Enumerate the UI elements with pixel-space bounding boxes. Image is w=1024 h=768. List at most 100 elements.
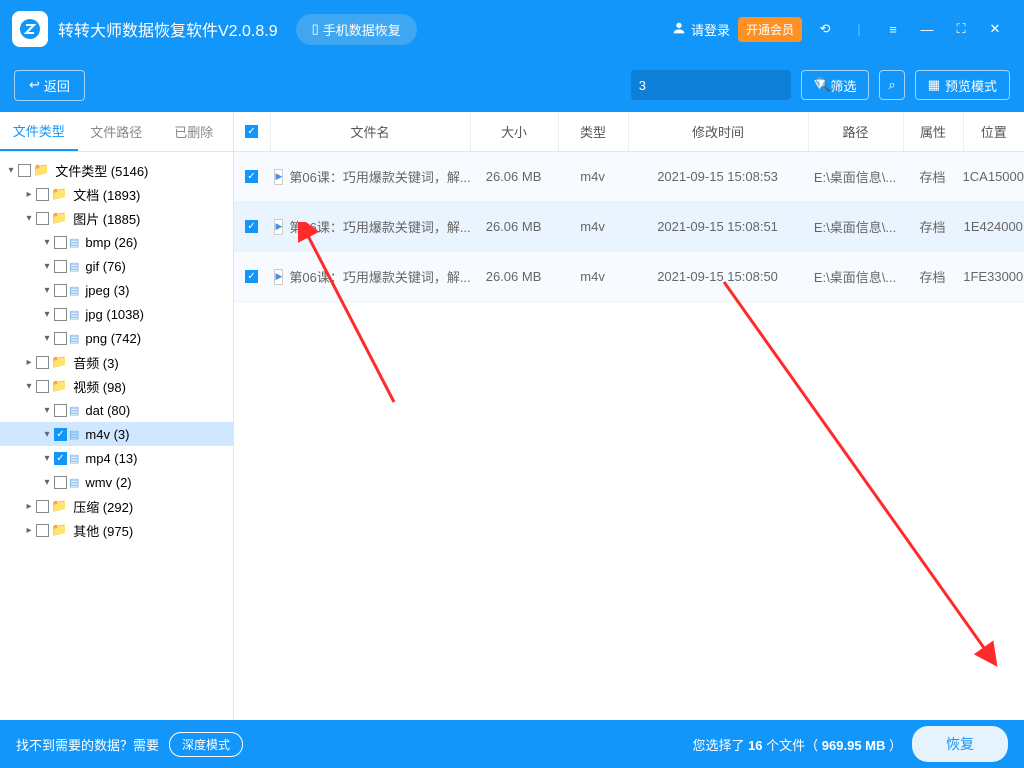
- checkbox-icon[interactable]: [54, 332, 67, 345]
- login-button[interactable]: 请登录: [671, 20, 730, 39]
- checkbox-icon[interactable]: [36, 524, 49, 537]
- find-icon-button[interactable]: ⌕: [879, 70, 904, 100]
- tree-label: jpg (1038): [85, 307, 144, 322]
- table-row[interactable]: ✓▶第06课：巧用爆款关键词，解...26.06 MBm4v2021-09-15…: [234, 202, 1024, 252]
- caret-icon[interactable]: ▾: [24, 213, 34, 224]
- caret-icon[interactable]: ▾: [42, 237, 52, 248]
- col-loc[interactable]: 位置: [963, 112, 1024, 151]
- checkbox-icon[interactable]: [18, 164, 31, 177]
- search-box[interactable]: 🔍: [631, 70, 791, 100]
- tree-node[interactable]: ▸📁其他 (975): [0, 518, 233, 542]
- caret-icon[interactable]: ▸: [24, 501, 34, 512]
- checkbox-icon[interactable]: [54, 260, 67, 273]
- caret-icon[interactable]: ▾: [24, 381, 34, 392]
- checkbox-icon[interactable]: [36, 188, 49, 201]
- refresh-icon[interactable]: ⟲: [808, 21, 842, 37]
- col-date[interactable]: 修改时间: [628, 112, 808, 151]
- caret-icon[interactable]: ▾: [42, 429, 52, 440]
- col-type[interactable]: 类型: [558, 112, 628, 151]
- caret-icon[interactable]: ▾: [42, 333, 52, 344]
- folder-icon: 📁: [51, 354, 67, 370]
- tree-node[interactable]: ▾▤png (742): [0, 326, 233, 350]
- tree-node[interactable]: ▸📁文档 (1893): [0, 182, 233, 206]
- tree-node[interactable]: ▾▤bmp (26): [0, 230, 233, 254]
- tab-file-path[interactable]: 文件路径: [78, 112, 156, 151]
- tree-node[interactable]: ▾▤jpg (1038): [0, 302, 233, 326]
- row-checkbox[interactable]: ✓: [245, 270, 258, 283]
- mobile-recovery-button[interactable]: ▯ 手机数据恢复: [296, 14, 417, 45]
- close-icon[interactable]: ✕: [978, 21, 1012, 37]
- back-button[interactable]: ↩ 返回: [14, 70, 85, 101]
- selection-status: 您选择了 16 个文件（ 969.95 MB ）: [692, 735, 902, 754]
- checkbox-icon[interactable]: [54, 308, 67, 321]
- caret-icon[interactable]: ▸: [24, 525, 34, 536]
- preview-mode-button[interactable]: ▦ 预览模式: [915, 70, 1010, 100]
- checkbox-icon[interactable]: [36, 500, 49, 513]
- caret-icon[interactable]: ▾: [42, 477, 52, 488]
- caret-icon[interactable]: ▾: [42, 453, 52, 464]
- caret-icon[interactable]: ▾: [42, 285, 52, 296]
- maximize-icon[interactable]: ⛶: [944, 21, 978, 37]
- table-body: ✓▶第06课：巧用爆款关键词，解...26.06 MBm4v2021-09-15…: [234, 152, 1024, 302]
- col-name[interactable]: 文件名: [270, 112, 470, 151]
- divider: |: [842, 22, 876, 37]
- tree-node[interactable]: ▾▤gif (76): [0, 254, 233, 278]
- tree-node[interactable]: ▾📁图片 (1885): [0, 206, 233, 230]
- tree-label: m4v (3): [85, 427, 129, 442]
- file-date: 2021-09-15 15:08:50: [628, 269, 808, 284]
- file-tree[interactable]: ▾📁文件类型 (5146)▸📁文档 (1893)▾📁图片 (1885)▾▤bmp…: [0, 152, 233, 720]
- file-icon: ▤: [69, 236, 79, 249]
- funnel-icon: ⧩: [814, 77, 826, 93]
- deep-mode-button[interactable]: 深度模式: [169, 732, 243, 757]
- checkbox-icon[interactable]: ✓: [54, 452, 67, 465]
- checkbox-icon[interactable]: [54, 476, 67, 489]
- tree-node[interactable]: ▸📁压缩 (292): [0, 494, 233, 518]
- tree-node[interactable]: ▾▤dat (80): [0, 398, 233, 422]
- tree-node[interactable]: ▾📁文件类型 (5146): [0, 158, 233, 182]
- tree-node[interactable]: ▾▤wmv (2): [0, 470, 233, 494]
- tab-deleted[interactable]: 已删除: [155, 112, 233, 151]
- filter-button[interactable]: ⧩ 筛选: [801, 70, 870, 100]
- filter-label: 筛选: [830, 76, 856, 95]
- tree-node[interactable]: ▾✓▤mp4 (13): [0, 446, 233, 470]
- checkbox-icon[interactable]: [54, 236, 67, 249]
- checkbox-icon[interactable]: [36, 356, 49, 369]
- vip-button[interactable]: 开通会员: [738, 17, 802, 42]
- caret-icon[interactable]: ▾: [6, 165, 16, 176]
- checkbox-icon[interactable]: ✓: [54, 428, 67, 441]
- titlebar: 转转大师数据恢复软件V2.0.8.9 ▯ 手机数据恢复 请登录 开通会员 ⟲ |…: [0, 0, 1024, 58]
- file-size: 26.06 MB: [470, 269, 558, 284]
- table-row[interactable]: ✓▶第06课：巧用爆款关键词，解...26.06 MBm4v2021-09-15…: [234, 252, 1024, 302]
- caret-icon[interactable]: ▾: [42, 261, 52, 272]
- file-icon: ▤: [69, 428, 79, 441]
- caret-icon[interactable]: ▸: [24, 189, 34, 200]
- file-loc: 1CA15000: [963, 169, 1024, 184]
- menu-icon[interactable]: ≡: [876, 22, 910, 37]
- tree-node[interactable]: ▾✓▤ m4v (3): [0, 422, 233, 446]
- col-size[interactable]: 大小: [470, 112, 558, 151]
- caret-icon[interactable]: ▾: [42, 309, 52, 320]
- caret-icon[interactable]: ▸: [24, 357, 34, 368]
- tree-label: 文件类型 (5146): [55, 161, 148, 180]
- tree-node[interactable]: ▾📁视频 (98): [0, 374, 233, 398]
- file-attr: 存档: [903, 167, 963, 186]
- minimize-icon[interactable]: —: [910, 22, 944, 37]
- file-icon: ▤: [69, 284, 79, 297]
- row-checkbox[interactable]: ✓: [245, 170, 258, 183]
- tree-label: dat (80): [85, 403, 130, 418]
- checkbox-icon[interactable]: [54, 404, 67, 417]
- tree-node[interactable]: ▾▤jpeg (3): [0, 278, 233, 302]
- row-checkbox[interactable]: ✓: [245, 220, 258, 233]
- col-attr[interactable]: 属性: [903, 112, 963, 151]
- select-all-checkbox[interactable]: ✓: [245, 125, 258, 138]
- search-input[interactable]: [639, 78, 815, 93]
- tab-file-type[interactable]: 文件类型: [0, 112, 78, 151]
- checkbox-icon[interactable]: [36, 380, 49, 393]
- tree-node[interactable]: ▸📁音频 (3): [0, 350, 233, 374]
- checkbox-icon[interactable]: [36, 212, 49, 225]
- table-row[interactable]: ✓▶第06课：巧用爆款关键词，解...26.06 MBm4v2021-09-15…: [234, 152, 1024, 202]
- caret-icon[interactable]: ▾: [42, 405, 52, 416]
- checkbox-icon[interactable]: [54, 284, 67, 297]
- recover-button[interactable]: 恢复: [912, 726, 1008, 762]
- col-path[interactable]: 路径: [808, 112, 903, 151]
